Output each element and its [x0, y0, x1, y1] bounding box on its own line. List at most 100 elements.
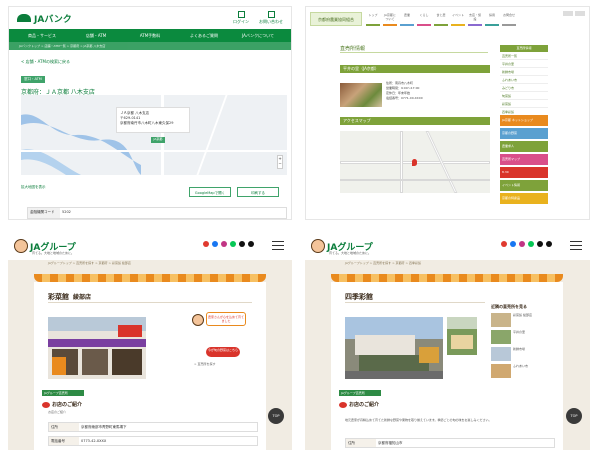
expand-map-link[interactable]: 拡大地図を表示 [21, 185, 46, 190]
instagram-icon[interactable] [221, 241, 227, 247]
nav-item[interactable]: お問合せ [502, 13, 516, 26]
mascot-icon [311, 239, 325, 253]
login-button[interactable]: ログイン [233, 11, 249, 25]
table-header: 金融機関コード [28, 208, 60, 218]
youtube-icon[interactable] [203, 241, 209, 247]
nav-item[interactable]: 採用 [485, 13, 499, 26]
map-pin[interactable]: JA京都 [151, 137, 165, 143]
nearby-store-item[interactable]: 新鮮市場 [491, 347, 553, 361]
tiktok-icon[interactable] [239, 241, 245, 247]
hamburger-menu-icon[interactable] [570, 241, 582, 250]
nearby-store-item[interactable]: 彩菜館 綾部店 [491, 313, 553, 327]
nav-item[interactable]: イベント [451, 13, 465, 26]
nav-item-atm-fees[interactable]: ATM手数料 [123, 33, 177, 39]
branch-info-table: 金融機関コード 5202 [27, 207, 287, 219]
facebook-icon[interactable] [212, 241, 218, 247]
sidebar-banner[interactable]: JA京都 ネットショップ [500, 115, 548, 126]
branch-map[interactable]: ＪＡ京都 八木支店 〒629-0141 京都府南丹市八木町八木東久保29 JA京… [21, 95, 287, 175]
find-store-link[interactable]: > 直売所を探す [194, 362, 215, 366]
seasonal-vegetables-button[interactable]: 今が旬の野菜はこちら [206, 347, 240, 357]
sidebar-item[interactable]: みどり市 [500, 84, 548, 92]
ja-bank-logo[interactable]: JAバンク [17, 12, 72, 25]
store-info: 住所：南丹市八木町 営業時間：9:00〜17:00 定休日：年末年始 電話番号：… [386, 81, 490, 101]
table-cell: 0773-42-XXXX [81, 439, 107, 443]
back-link[interactable]: < 店舗・ATMの検索に戻る [21, 59, 291, 65]
nav-item-about[interactable]: JAバンクについて [231, 33, 285, 39]
store-title: 四季彩館 [345, 293, 373, 301]
x-icon[interactable] [248, 241, 254, 247]
sidebar-item[interactable]: 旬菜館 [500, 92, 548, 100]
contact-button[interactable]: お問い合わせ [259, 11, 283, 25]
nearby-store-item[interactable]: 平井の里 [491, 330, 553, 344]
page-title: 直売所情報 [340, 46, 366, 52]
nav-item[interactable]: JA京都について [383, 13, 397, 26]
store-card: 彩菜館 綾部店 農家さんが心を込めて育てました 今が旬の野菜はこちら > 直売所を… [34, 282, 266, 450]
sidebar-item[interactable]: 彩菜館 [500, 100, 548, 108]
nearby-store-name: 平井の里 [513, 330, 526, 334]
table-header: 住所 [346, 439, 376, 447]
nav-item[interactable]: 支店・施設 [468, 13, 482, 26]
print-button[interactable]: 印刷する [237, 187, 279, 197]
nav-item[interactable]: トップ [366, 13, 380, 26]
line-icon[interactable] [528, 241, 534, 247]
sidebar-item[interactable]: 新鮮市場 [500, 68, 548, 76]
instagram-icon[interactable] [519, 241, 525, 247]
map-pin[interactable] [412, 159, 417, 166]
tiktok-icon[interactable] [537, 241, 543, 247]
sidebar-banner[interactable]: イベント情報 [500, 180, 548, 191]
site-logo[interactable]: 京都府農業協同組合 [310, 12, 362, 26]
thumbnail [491, 330, 511, 344]
header-utility [563, 11, 585, 16]
store-photo [340, 83, 382, 107]
back-to-top-button[interactable]: TOP [566, 408, 582, 424]
sidebar: 直売所情報 直売所一覧 平井の里 新鮮市場 ふれあい市 みどり市 旬菜館 彩菜館… [500, 45, 548, 116]
sidebar-item[interactable]: 平井の里 [500, 60, 548, 68]
sidebar-banner[interactable]: 直売所マップ [500, 154, 548, 165]
header: JAバンク ログイン お問い合わせ [9, 7, 291, 29]
sidebar-banner[interactable]: 8.30 [500, 167, 548, 178]
map-info-address: 京都府南丹市八木町八木東久保29 [120, 121, 174, 125]
map-zoom-control[interactable]: + − [277, 155, 283, 169]
thumbnail [491, 364, 511, 378]
login-icon [237, 11, 245, 18]
nav-item-services[interactable]: 商品・サービス [15, 33, 69, 39]
nav-item[interactable]: 食と農 [434, 13, 448, 26]
youtube-icon[interactable] [501, 241, 507, 247]
x-icon[interactable] [546, 241, 552, 247]
store-photo [48, 317, 146, 379]
section-heading: お店のご紹介 [339, 401, 379, 408]
sidebar-item[interactable]: ふれあい市 [500, 76, 548, 84]
nearby-store-item[interactable]: ふれあい市 [491, 364, 553, 378]
nearby-store-name: 新鮮市場 [513, 347, 526, 351]
nav-item[interactable]: くらし [417, 13, 431, 26]
table-header: 住所 [49, 423, 79, 431]
store-card: 四季彩館 近隣の直売所を見る 彩菜館 綾部店 平井の里 新鮮市場 ふれあい市 J… [331, 282, 563, 450]
access-map[interactable] [340, 131, 490, 193]
section-sublink[interactable]: お店のご紹介 [48, 410, 66, 414]
nav-item-branches[interactable]: 店舗・ATM [69, 33, 123, 39]
sidebar-banner[interactable]: 京都の特産品 [500, 193, 548, 204]
utility-button[interactable] [575, 11, 585, 16]
nav-item-faq[interactable]: よくあるご質問 [177, 33, 231, 39]
store-title: 彩菜館 綾部店 [48, 292, 91, 302]
utility-button[interactable] [563, 11, 573, 16]
store-branch: 綾部店 [73, 294, 92, 301]
line-icon[interactable] [230, 241, 236, 247]
sidebar-banner[interactable]: 農業求人 [500, 141, 548, 152]
facebook-icon[interactable] [510, 241, 516, 247]
login-label: ログイン [233, 19, 249, 24]
section-heading: 平井の里（JA京都） [340, 65, 490, 73]
open-google-maps-button[interactable]: GoogleMapで開く [189, 187, 231, 197]
mascot-bubble: 農家さんが心を込めて育てました [192, 310, 250, 340]
hamburger-menu-icon[interactable] [272, 241, 284, 250]
sidebar-item[interactable]: 直売所一覧 [500, 52, 548, 60]
nav-item[interactable]: 農業 [400, 13, 414, 26]
nearby-store-name: ふれあい市 [513, 364, 529, 368]
table-cell: 京都府福知山市 [378, 441, 403, 445]
section-heading: アクセスマップ [340, 117, 490, 125]
sidebar-heading: 直売所情報 [500, 45, 548, 52]
sidebar-banner[interactable]: 京都の野菜 [500, 128, 548, 139]
speech-bubble: 農家さんが心を込めて育てました [206, 312, 246, 326]
back-to-top-button[interactable]: TOP [268, 408, 284, 424]
store-info-row: 電話番号 0773-42-XXXX [48, 436, 258, 446]
